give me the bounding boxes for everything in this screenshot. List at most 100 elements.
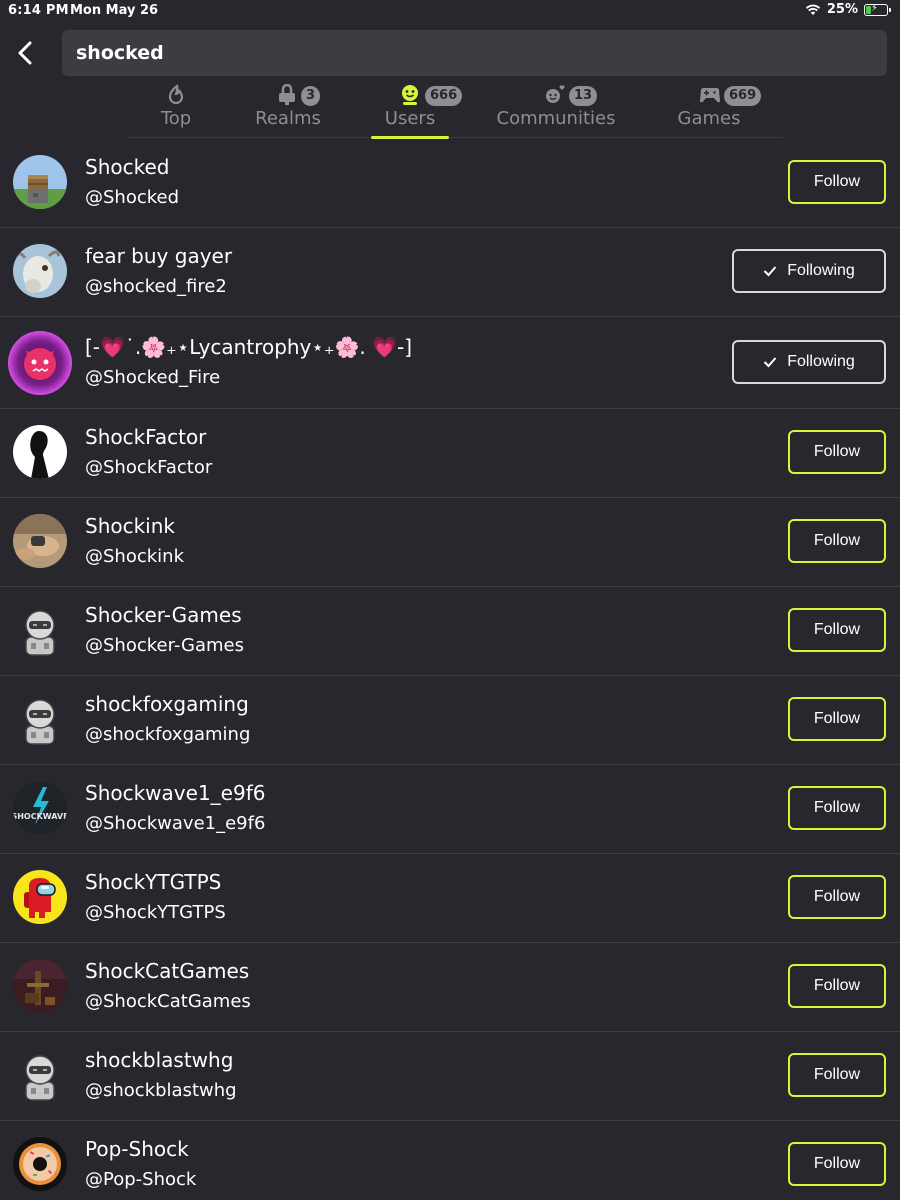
follow-button[interactable]: Follow [788, 160, 886, 204]
user-display-name: shockblastwhg [85, 1048, 234, 1072]
tab-label: Communities [496, 108, 616, 129]
checkmark-icon [763, 266, 777, 277]
user-row[interactable]: ShockCatGames @ShockCatGames Follow [0, 943, 900, 1032]
user-row[interactable]: ShockYTGTPS @ShockYTGTPS Follow [0, 854, 900, 943]
donut-avatar [13, 1137, 67, 1191]
avatar[interactable] [13, 425, 67, 479]
chevron-left-icon [18, 41, 32, 65]
back-button[interactable] [12, 38, 38, 68]
user-handle: @Shockwave1_e9f6 [85, 813, 266, 834]
search-input[interactable]: shocked [62, 30, 887, 76]
community-icon [546, 85, 565, 103]
user-display-name: Shockink [85, 514, 175, 538]
tab-badge: 3 [301, 86, 321, 106]
user-row[interactable]: fear buy gayer @shocked_fire2 Following [0, 228, 900, 317]
user-row[interactable]: ShockFactor @ShockFactor Follow [0, 409, 900, 498]
follow-button-label: Follow [813, 173, 861, 190]
following-button[interactable]: Following [732, 340, 886, 384]
follow-button-label: Follow [813, 977, 861, 994]
avatar[interactable] [13, 155, 67, 209]
user-display-name: Pop-Shock [85, 1137, 189, 1161]
follow-button[interactable]: Follow [788, 875, 886, 919]
tab-realms[interactable]: 3 Realms [238, 78, 338, 138]
dark-scene-avatar [13, 959, 67, 1013]
tab-badge: 669 [724, 86, 762, 106]
follow-button[interactable]: Follow [788, 786, 886, 830]
user-row[interactable]: shockfoxgaming @shockfoxgaming Follow [0, 676, 900, 765]
realms-icon [279, 84, 295, 105]
user-display-name: Shockwave1_e9f6 [85, 781, 266, 805]
hand-photo-avatar [13, 514, 67, 568]
tab-label: Realms [255, 108, 321, 129]
following-button-label: Following [787, 353, 855, 370]
avatar[interactable] [13, 603, 67, 657]
follow-button[interactable]: Follow [788, 697, 886, 741]
user-row[interactable]: shockblastwhg @shockblastwhg Follow [0, 1032, 900, 1121]
user-display-name: ShockCatGames [85, 959, 250, 983]
tab-badge: 666 [425, 86, 463, 106]
follow-button-label: Follow [813, 888, 861, 905]
follow-button[interactable]: Follow [788, 964, 886, 1008]
status-time: 6:14 PM [8, 3, 69, 18]
user-handle: @shockblastwhg [85, 1080, 237, 1101]
follow-button-label: Follow [813, 1155, 861, 1172]
tab-top[interactable]: Top [128, 78, 224, 138]
user-handle: @ShockCatGames [85, 991, 251, 1012]
user-row[interactable]: Pop-Shock @Pop-Shock Follow [0, 1121, 900, 1200]
avatar[interactable] [13, 959, 67, 1013]
tab-label: Games [677, 108, 741, 129]
avatar[interactable]: SHOCKWAVE [13, 781, 67, 835]
search-value: shocked [76, 42, 164, 64]
user-row[interactable]: [-💗˙.🌸₊⋆Lycantrophy⋆₊🌸. 💗-] @Shocked_Fir… [0, 317, 900, 409]
user-row[interactable]: Shocker-Games @Shocker-Games Follow [0, 587, 900, 676]
follow-button[interactable]: Follow [788, 1142, 886, 1186]
follow-button-label: Follow [813, 621, 861, 638]
follow-button[interactable]: Follow [788, 430, 886, 474]
avatar[interactable] [8, 331, 72, 395]
default-robot-avatar [13, 603, 67, 657]
avatar[interactable] [13, 1137, 67, 1191]
following-button-label: Following [787, 262, 855, 279]
default-robot-avatar [13, 1048, 67, 1102]
avatar[interactable] [13, 870, 67, 924]
avatar[interactable] [13, 1048, 67, 1102]
avatar[interactable] [13, 692, 67, 746]
follow-button-label: Follow [813, 443, 861, 460]
tab-communities[interactable]: 13 Communities [494, 78, 618, 138]
status-indicators: 25% ⚡ [805, 2, 891, 17]
flame-icon [168, 84, 184, 105]
user-display-name: shockfoxgaming [85, 692, 249, 716]
shockwave-logo-avatar: SHOCKWAVE [13, 781, 67, 835]
wifi-icon [805, 4, 821, 15]
avatar[interactable] [13, 514, 67, 568]
status-bar: 6:14 PM Mon May 26 25% ⚡ [0, 0, 900, 24]
user-row[interactable]: SHOCKWAVE Shockwave1_e9f6 @Shockwave1_e9… [0, 765, 900, 854]
minecraft-block-avatar [13, 155, 67, 209]
avatar[interactable] [13, 244, 67, 298]
user-handle: @Shocker-Games [85, 635, 244, 656]
goat-avatar [13, 244, 67, 298]
follow-button-label: Follow [813, 710, 861, 727]
user-results-list: Shocked @Shocked Follow fear buy gayer @… [0, 139, 900, 1200]
charging-bolt-icon: ⚡ [871, 2, 879, 14]
among-us-avatar [13, 870, 67, 924]
battery-icon: ⚡ [864, 2, 891, 16]
following-button[interactable]: Following [732, 249, 886, 293]
follow-button[interactable]: Follow [788, 608, 886, 652]
default-robot-avatar [13, 692, 67, 746]
follow-button-label: Follow [813, 799, 861, 816]
user-display-name: Shocker-Games [85, 603, 242, 627]
user-face-icon [402, 85, 418, 105]
user-handle: @shockfoxgaming [85, 724, 251, 745]
follow-button-label: Follow [813, 532, 861, 549]
gamepad-icon [700, 88, 720, 103]
tab-users[interactable]: 666 Users [371, 78, 463, 139]
user-row[interactable]: Shocked @Shocked Follow [0, 139, 900, 228]
purple-demon-avatar [8, 331, 72, 395]
user-row[interactable]: Shockink @Shockink Follow [0, 498, 900, 587]
user-handle: @Shocked_Fire [85, 367, 221, 388]
follow-button[interactable]: Follow [788, 519, 886, 563]
user-handle: @Shockink [85, 546, 184, 567]
follow-button[interactable]: Follow [788, 1053, 886, 1097]
tab-games[interactable]: 669 Games [668, 78, 762, 138]
